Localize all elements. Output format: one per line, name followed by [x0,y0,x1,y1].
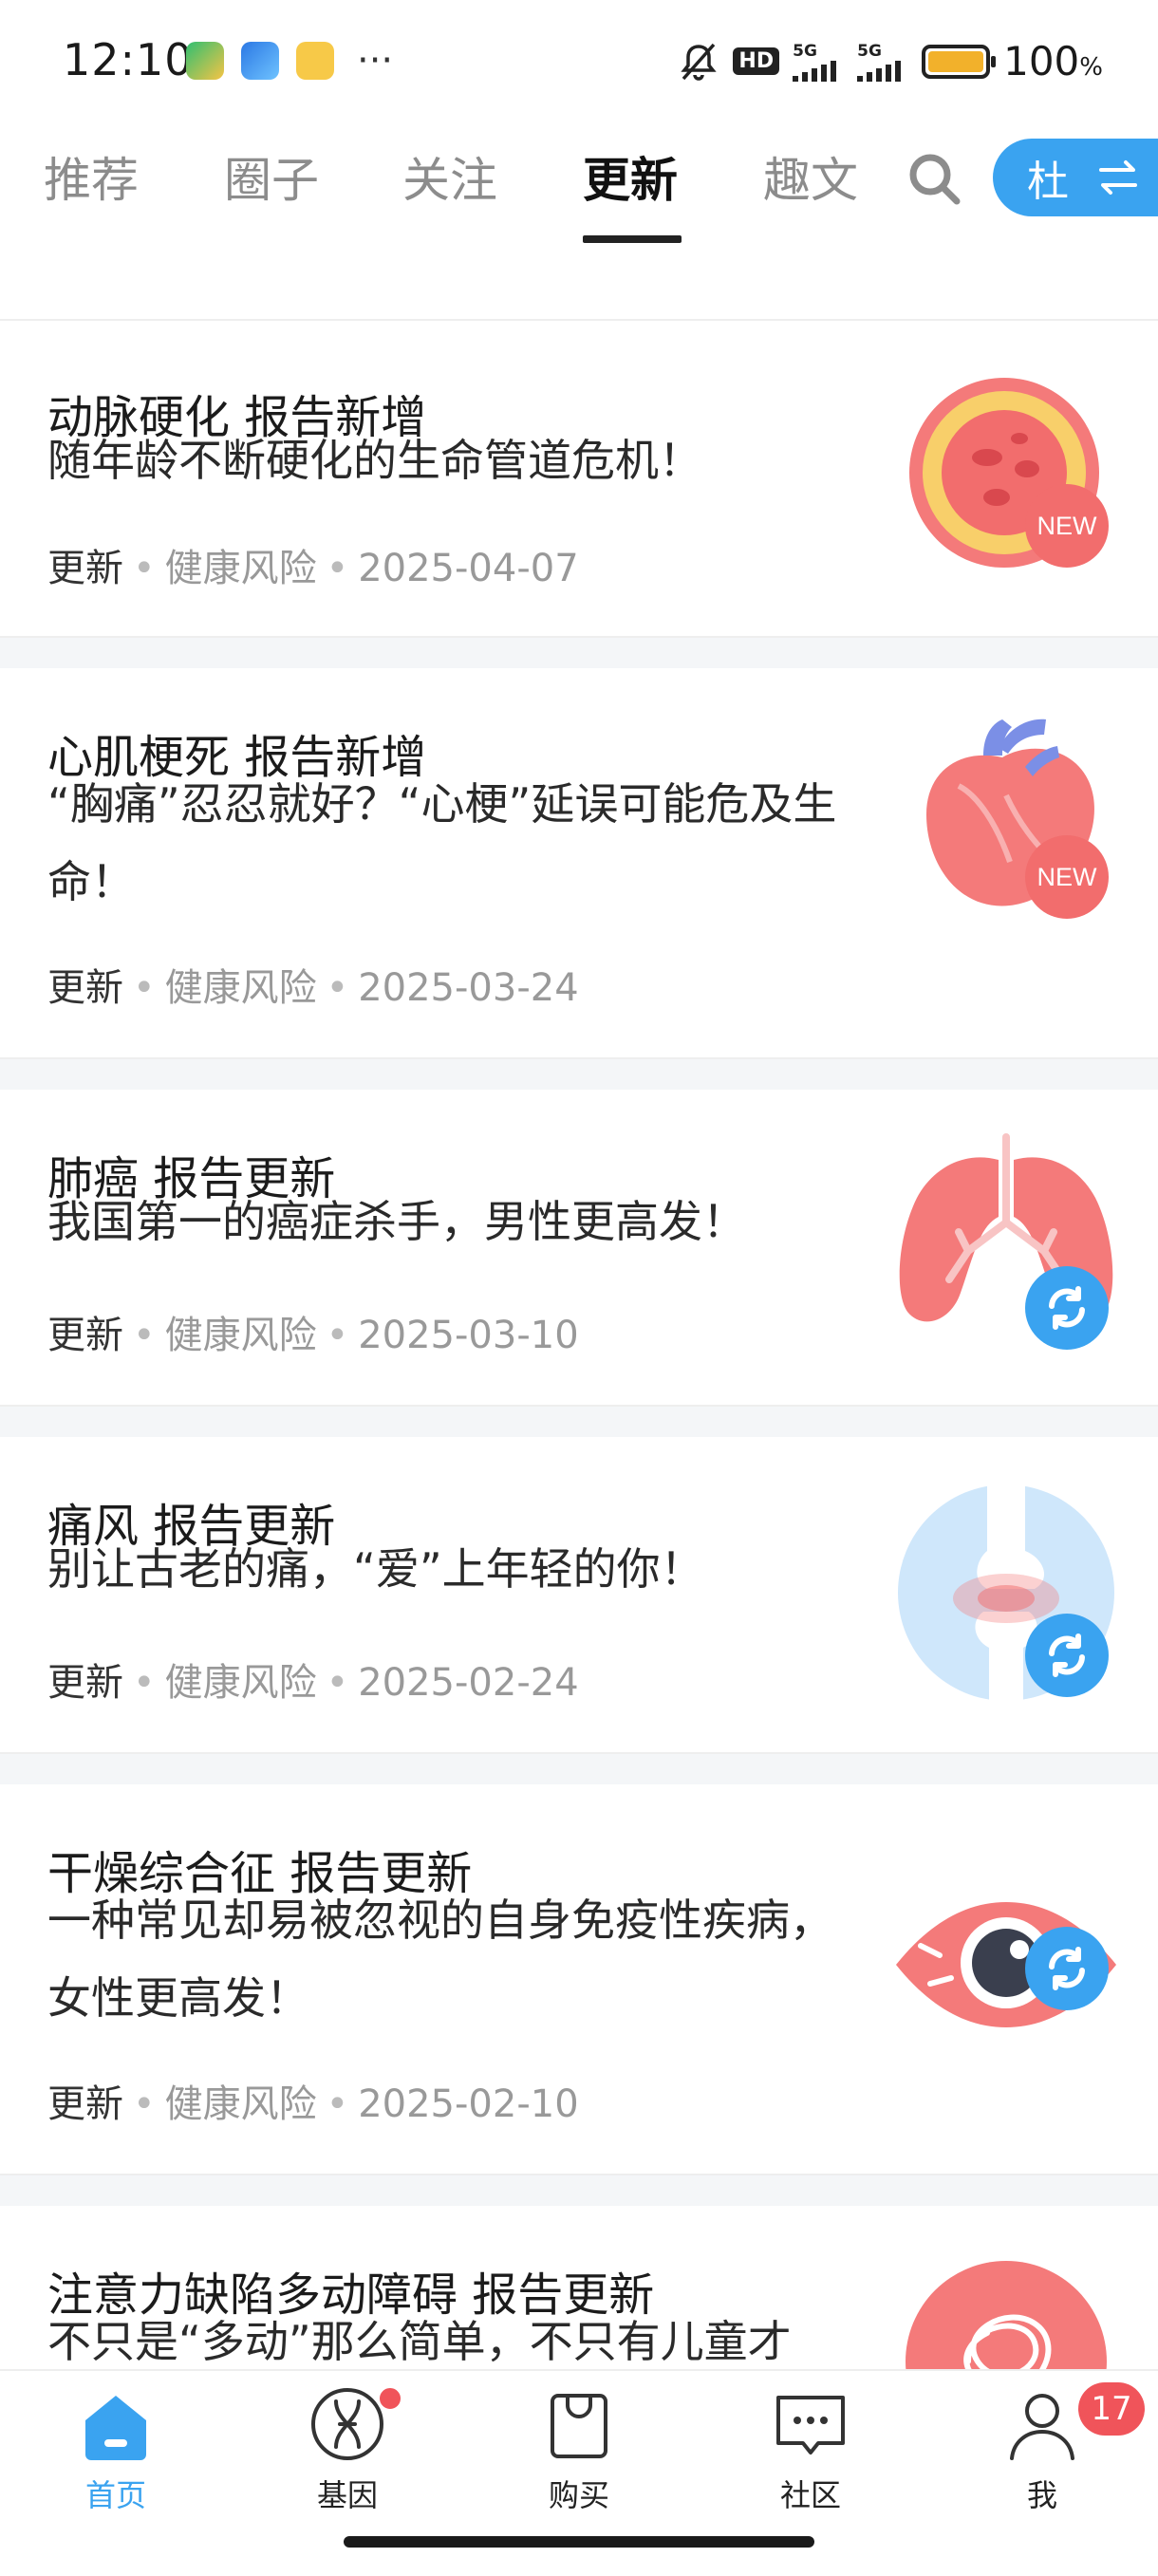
list-item[interactable]: 干燥综合征 报告更新 一种常见却易被忽视的自身免疫性疾病，女性更高发！ 更新 • 健… [0,1784,1158,2175]
nav-community[interactable]: 社区 [735,2384,887,2515]
list-item[interactable]: 痛风 报告更新 别让古老的痛，“爱”上年轻的你！ 更新 • 健康风险 • 2025-02… [0,1437,1158,1754]
profile-switch-button[interactable]: 杜 [993,139,1158,216]
tab-following[interactable]: 关注 [402,142,497,211]
signal-bars-icon [857,60,902,82]
me-notification-count: 17 [1078,2382,1145,2436]
tab-updates[interactable]: 更新 [583,142,678,211]
refresh-badge [1025,1927,1109,2010]
top-tab-bar: 推荐 圈子 关注 更新 趣文 杜 [0,123,1158,245]
divider [0,638,1158,668]
new-badge: NEW [1025,835,1109,919]
tab-circles[interactable]: 圈子 [224,142,319,211]
active-tab-indicator [583,235,682,243]
status-app-icons: ··· [186,42,393,80]
card-meta: 更新 • 健康风险 • 2025-03-10 [47,1314,579,1357]
nav-buy[interactable]: 购买 [503,2384,655,2515]
list-item[interactable]: 肺癌 报告更新 我国第一的癌症杀手，男性更高发！ 更新 • 健康风险 • 2025-03… [0,1090,1158,1407]
card-description: 别让古老的痛，“爱”上年轻的你！ [47,1543,704,1595]
gene-notification-dot [378,2386,402,2411]
dna-icon [311,2388,383,2460]
refresh-icon [1049,1286,1085,1330]
nav-home[interactable]: 首页 [40,2384,192,2515]
card-meta: 更新 • 健康风险 • 2025-02-24 [47,1661,579,1705]
feed-top-spacer [0,243,1158,321]
tab-recommend[interactable]: 推荐 [44,142,139,211]
status-more-icon: ··· [357,39,394,83]
refresh-badge [1025,1614,1109,1697]
signal-5g-2: 5G [857,42,908,82]
card-description: 随年龄不断硬化的生命管道危机！ [47,435,702,486]
refresh-icon [1049,1633,1085,1677]
battery-icon [922,44,997,79]
card-description: “胸痛”忍忍就好？“心梗”延误可能危及生命！ [47,778,837,907]
divider [0,1059,1158,1090]
status-time: 12:10 [63,34,194,85]
card-description: 我国第一的癌症杀手，男性更高发！ [47,1196,746,1247]
list-item[interactable]: 心肌梗死 报告新增 “胸痛”忍忍就好？“心梗”延误可能危及生命！ 更新 • 健康风险… [0,668,1158,1059]
card-meta: 更新 • 健康风险 • 2025-02-10 [47,2082,579,2126]
refresh-icon [1049,1947,1085,1990]
update-feed: 动脉硬化 报告新增 随年龄不断硬化的生命管道危机！ 更新 • 健康风险 • 2025-0… [0,243,1158,2491]
refresh-badge [1025,1266,1109,1350]
home-indicator[interactable] [344,2536,814,2548]
battery-percent: 100% [1003,38,1103,84]
divider [0,1407,1158,1437]
divider [0,1754,1158,1784]
search-icon[interactable] [904,148,964,209]
user-icon [1010,2394,1074,2460]
divider [0,2175,1158,2206]
swap-icon [1099,160,1137,195]
shopping-bag-icon [551,2394,607,2458]
app-notification-icon [241,42,279,80]
mute-bell-icon [681,43,718,81]
card-description: 一种常见却易被忽视的自身免疫性疾病，女性更高发！ [47,1895,833,2024]
signal-bars-icon [793,60,837,82]
card-meta: 更新 • 健康风险 • 2025-04-07 [47,547,579,590]
signal-5g-1: 5G [793,42,844,82]
weibo-icon [296,42,334,80]
profile-name: 杜 [1027,158,1069,206]
app-notification-icon [186,42,224,80]
home-icon [85,2396,146,2460]
chat-icon [776,2396,845,2455]
tab-articles[interactable]: 趣文 [763,142,858,211]
new-badge: NEW [1025,484,1109,568]
hd-badge: HD [733,47,780,75]
status-bar: 12:10 ··· HD 5G 5G 100% [0,0,1158,123]
list-item[interactable]: 动脉硬化 报告新增 随年龄不断硬化的生命管道危机！ 更新 • 健康风险 • 2025-0… [0,321,1158,638]
card-meta: 更新 • 健康风险 • 2025-03-24 [47,966,579,1010]
status-right: HD 5G 5G 100% [678,38,1103,84]
